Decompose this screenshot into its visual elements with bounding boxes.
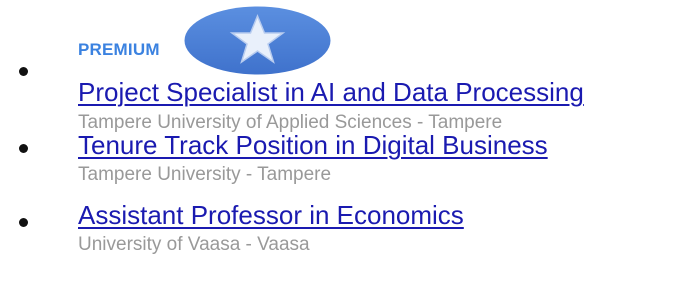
job-item-2: Tenure Track Position in Digital Busines… [0,130,674,192]
job-list: PREMIUM Project Specialist in AI and Dat… [0,0,674,262]
bullet-icon [19,218,28,227]
job-title-link[interactable]: Assistant Professor in Economics [78,200,674,230]
job-title-link[interactable]: Tenure Track Position in Digital Busines… [78,130,674,160]
job-item-1: PREMIUM Project Specialist in AI and Dat… [0,0,674,133]
job-employer-location: Tampere University - Tampere [78,164,332,185]
job-title-link[interactable]: Project Specialist in AI and Data Proces… [78,77,674,107]
star-icon [184,6,331,75]
bullet-icon [19,144,28,153]
premium-row: PREMIUM [78,0,674,75]
job-item-3: Assistant Professor in Economics Univers… [0,200,674,262]
job-employer-location: University of Vaasa - Vaasa [78,234,310,255]
bullet-icon [19,67,28,76]
premium-label: PREMIUM [78,40,160,59]
